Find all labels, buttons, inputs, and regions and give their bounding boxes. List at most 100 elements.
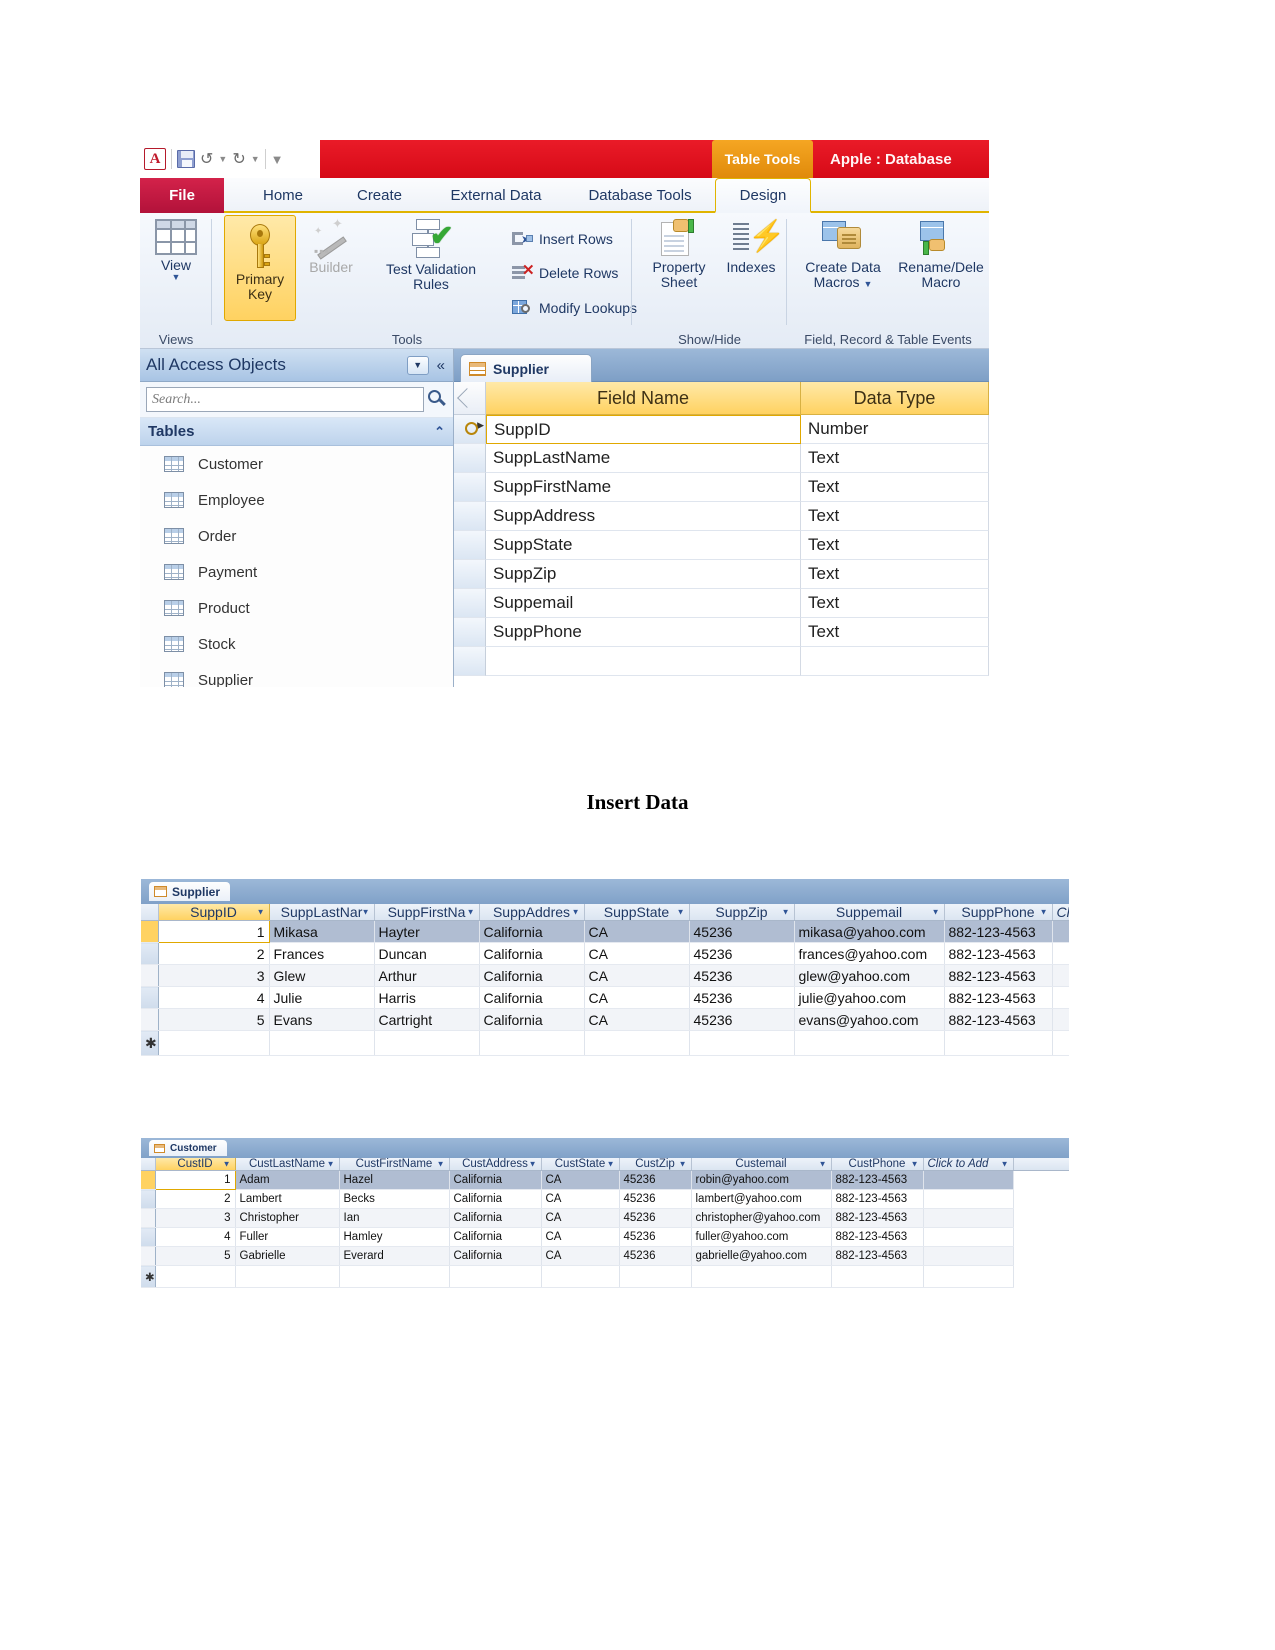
design-row[interactable]: Suppemail Text	[454, 589, 989, 618]
chevron-down-icon[interactable]: ▼	[819, 1160, 827, 1169]
cell-custlastname[interactable]: Gabrielle	[235, 1246, 340, 1266]
column-header-custaddress[interactable]: CustAddress ▼	[449, 1158, 542, 1171]
cell-custzip[interactable]: 45236	[619, 1208, 692, 1228]
cell-suppfirstname[interactable]	[374, 1030, 480, 1056]
cell-custaddress[interactable]: California	[449, 1246, 542, 1266]
chevron-down-icon[interactable]: ▼	[679, 1160, 687, 1169]
cell-custzip[interactable]: 45236	[619, 1246, 692, 1266]
row-selector[interactable]	[141, 1189, 156, 1209]
cell-supplastname[interactable]: Mikasa	[269, 920, 375, 943]
cell-suppstate[interactable]: CA	[584, 920, 690, 943]
sidebar-item-product[interactable]: Product	[140, 590, 453, 626]
cell-custphone[interactable]	[831, 1265, 924, 1288]
row-selector[interactable]	[454, 560, 486, 589]
sidebar-item-employee[interactable]: Employee	[140, 482, 453, 518]
cell-custid[interactable]: 3	[155, 1208, 236, 1228]
chevron-down-icon[interactable]: ▼	[911, 1160, 919, 1169]
data-type-cell[interactable]: Text	[801, 560, 989, 589]
field-name-cell[interactable]: SuppLastName	[486, 444, 801, 473]
cell-click-to-add[interactable]	[1052, 986, 1069, 1009]
chevron-down-icon[interactable]: ▼	[863, 279, 872, 289]
test-validation-rules-button[interactable]: ✔ Test Validation Rules	[364, 219, 498, 291]
column-header-custemail[interactable]: Custemail ▼	[691, 1158, 832, 1171]
cell-custstate[interactable]: CA	[541, 1170, 620, 1190]
table-row[interactable]: 4 Fuller Hamley California CA 45236 full…	[141, 1227, 1069, 1247]
select-all-corner[interactable]	[454, 382, 486, 415]
cell-suppaddress[interactable]: California	[479, 942, 585, 965]
chevron-down-icon[interactable]: ▼	[529, 1160, 537, 1169]
row-selector[interactable]	[454, 647, 486, 676]
field-name-cell[interactable]	[486, 647, 801, 676]
cell-click-to-add[interactable]	[923, 1189, 1014, 1209]
cell-custlastname[interactable]: Adam	[235, 1170, 340, 1190]
field-name-cell[interactable]: SuppZip	[486, 560, 801, 589]
cell-click-to-add[interactable]	[923, 1246, 1014, 1266]
cell-suppid[interactable]: 4	[158, 986, 270, 1009]
select-all-corner[interactable]	[141, 1158, 156, 1171]
row-selector[interactable]	[141, 964, 159, 987]
column-header-custphone[interactable]: CustPhone ▼	[831, 1158, 924, 1171]
cell-suppzip[interactable]: 45236	[689, 986, 795, 1009]
cell-custemail[interactable]: gabrielle@yahoo.com	[691, 1246, 832, 1266]
cell-supplastname[interactable]	[269, 1030, 375, 1056]
field-name-cell[interactable]: SuppFirstName	[486, 473, 801, 502]
design-row-empty[interactable]	[454, 647, 989, 676]
cell-suppstate[interactable]	[584, 1030, 690, 1056]
delete-rows-button[interactable]: ✕ Delete Rows	[512, 263, 618, 281]
cell-click-to-add[interactable]	[923, 1265, 1014, 1288]
design-row[interactable]: SuppZip Text	[454, 560, 989, 589]
new-record-marker[interactable]: ✱	[141, 1265, 156, 1288]
cell-suppphone[interactable]: 882-123-4563	[944, 920, 1053, 943]
table-row[interactable]: 2 Lambert Becks California CA 45236 lamb…	[141, 1189, 1069, 1209]
cell-custemail[interactable]	[691, 1265, 832, 1288]
cell-custaddress[interactable]: California	[449, 1227, 542, 1247]
cell-suppid[interactable]: 5	[158, 1008, 270, 1031]
tab-create[interactable]: Create	[332, 178, 427, 213]
insert-rows-button[interactable]: ➤ Insert Rows	[512, 231, 613, 247]
redo-icon[interactable]: ↻	[232, 149, 245, 169]
tab-database-tools[interactable]: Database Tools	[565, 178, 715, 213]
table-row[interactable]: 3 Christopher Ian California CA 45236 ch…	[141, 1208, 1069, 1228]
cell-click-to-add[interactable]	[1052, 920, 1069, 943]
row-selector[interactable]	[141, 1170, 156, 1190]
field-name-cell[interactable]: SuppID	[486, 415, 801, 444]
navigation-group-tables[interactable]: Tables ⌃	[140, 418, 453, 446]
cell-custlastname[interactable]	[235, 1265, 340, 1288]
cell-custaddress[interactable]: California	[449, 1208, 542, 1228]
tab-external-data[interactable]: External Data	[427, 178, 565, 213]
column-header-click-to-add[interactable]: Cli	[1052, 904, 1069, 921]
column-header-click-to-add[interactable]: Click to Add ▼	[923, 1158, 1014, 1171]
cell-suppzip[interactable]: 45236	[689, 964, 795, 987]
cell-click-to-add[interactable]	[1052, 1030, 1069, 1056]
chevron-down-icon[interactable]: ▼	[932, 908, 940, 917]
data-type-cell[interactable]: Number	[801, 415, 989, 444]
cell-suppaddress[interactable]	[479, 1030, 585, 1056]
chevron-down-icon[interactable]: ▼	[327, 1160, 335, 1169]
cell-suppzip[interactable]	[689, 1030, 795, 1056]
column-header-custid[interactable]: CustID ▼	[155, 1158, 236, 1171]
field-name-cell[interactable]: Suppemail	[486, 589, 801, 618]
sidebar-item-customer[interactable]: Customer	[140, 446, 453, 482]
cell-custfirstname[interactable]: Hamley	[339, 1227, 450, 1247]
cell-custstate[interactable]: CA	[541, 1189, 620, 1209]
search-icon[interactable]	[428, 390, 447, 409]
cell-custzip[interactable]: 45236	[619, 1189, 692, 1209]
cell-custstate[interactable]: CA	[541, 1227, 620, 1247]
table-row[interactable]: 5 Evans Cartright California CA 45236 ev…	[141, 1008, 1069, 1031]
column-header-custfirstname[interactable]: CustFirstName ▼	[339, 1158, 450, 1171]
row-selector[interactable]	[454, 502, 486, 531]
cell-suppstate[interactable]: CA	[584, 942, 690, 965]
cell-suppfirstname[interactable]: Duncan	[374, 942, 480, 965]
cell-suppphone[interactable]	[944, 1030, 1053, 1056]
cell-suppid[interactable]: 3	[158, 964, 270, 987]
cell-custzip[interactable]: 45236	[619, 1170, 692, 1190]
cell-custemail[interactable]: lambert@yahoo.com	[691, 1189, 832, 1209]
cell-suppemail[interactable]	[794, 1030, 945, 1056]
column-header-custstate[interactable]: CustState ▼	[541, 1158, 620, 1171]
cell-custlastname[interactable]: Christopher	[235, 1208, 340, 1228]
data-type-cell[interactable]: Text	[801, 589, 989, 618]
column-header-supplastname[interactable]: SuppLastNar ▼	[269, 904, 375, 921]
cell-suppphone[interactable]: 882-123-4563	[944, 1008, 1053, 1031]
column-header-suppphone[interactable]: SuppPhone ▼	[944, 904, 1053, 921]
collapse-pane-icon[interactable]: «	[435, 357, 447, 374]
